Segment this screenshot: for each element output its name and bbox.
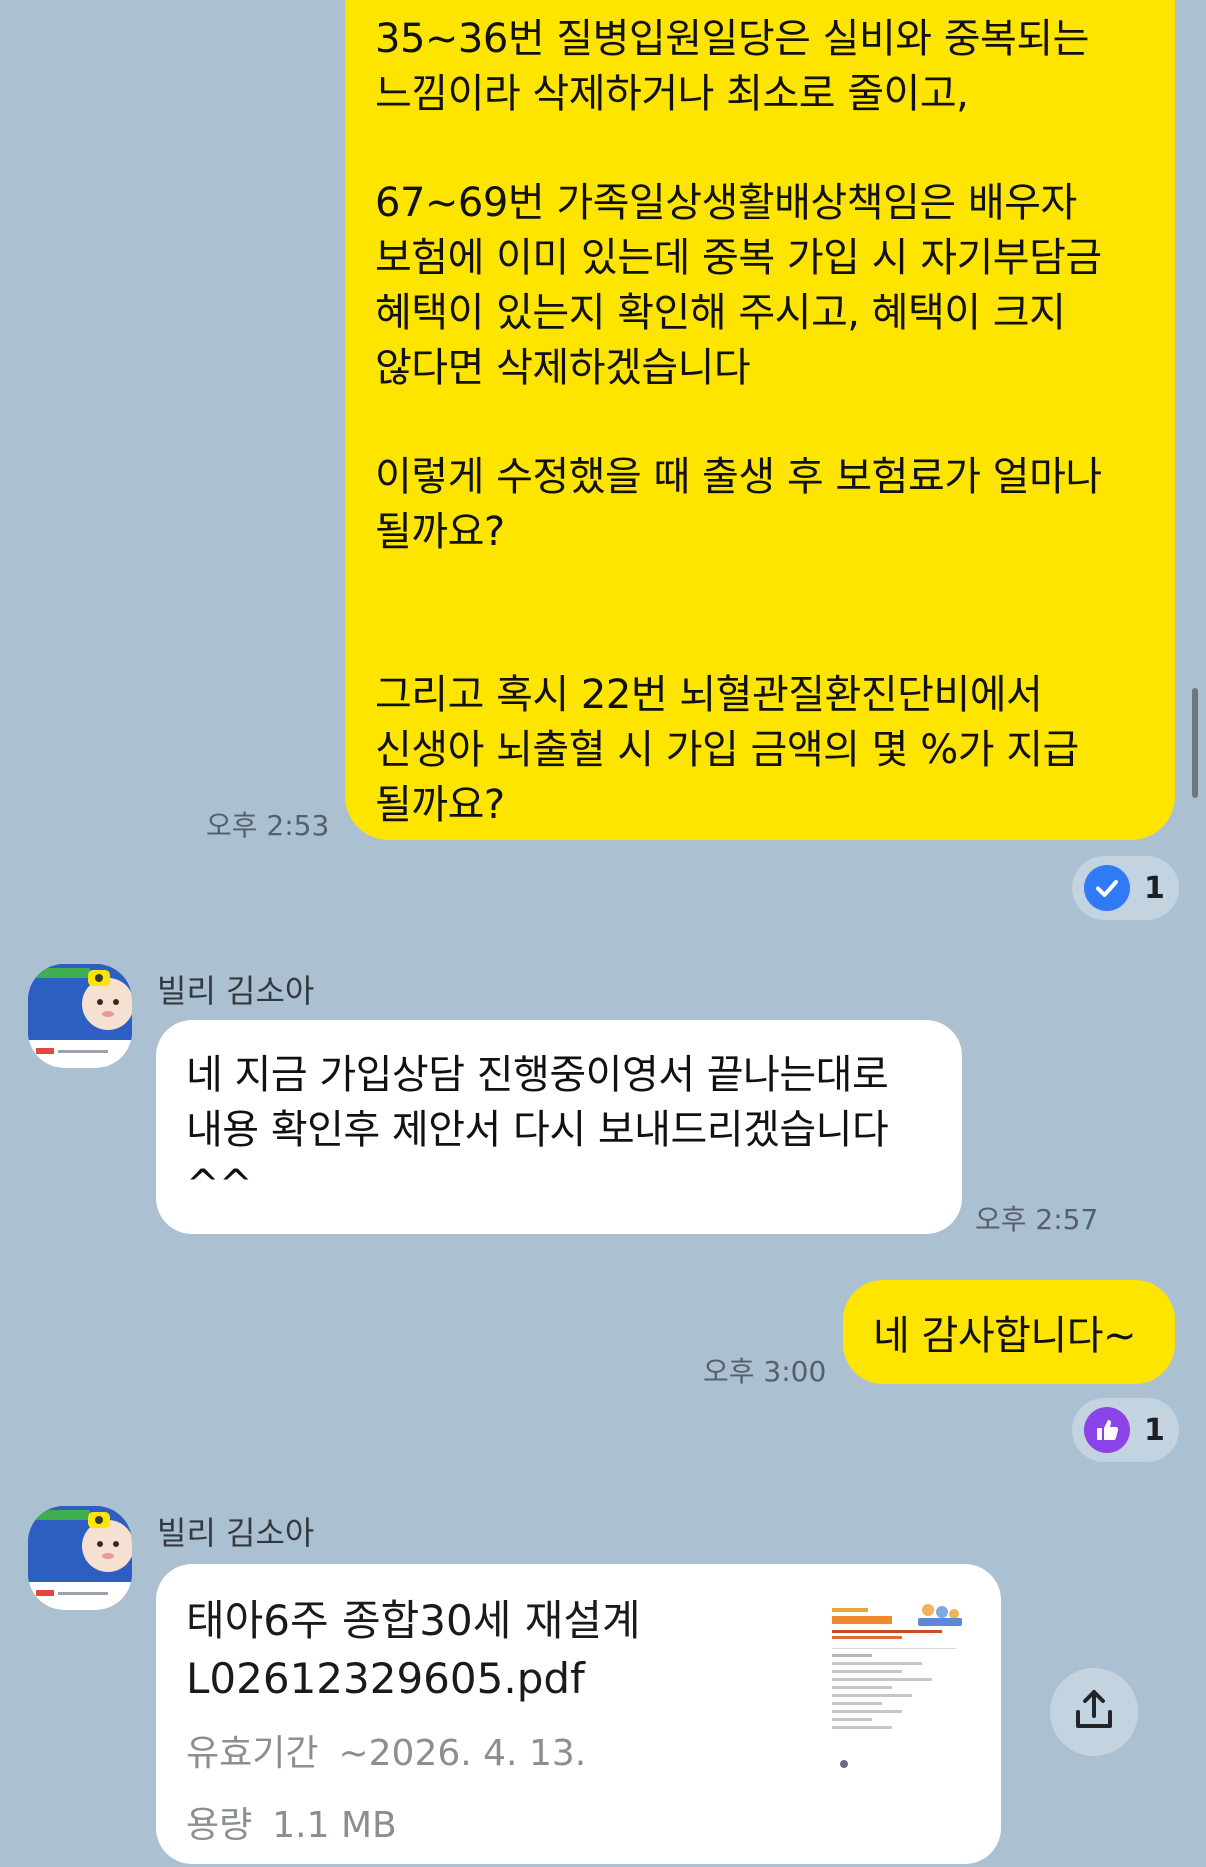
sender-avatar[interactable] (28, 964, 132, 1068)
message-text: 네 감사합니다~ (873, 1313, 1137, 1359)
outgoing-message-bubble[interactable]: 네 감사합니다~ (843, 1280, 1175, 1384)
incoming-message-bubble[interactable]: 네 지금 가입상담 진행중이영서 끝나는대로 내용 확인후 제안서 다시 보내드… (156, 1020, 962, 1234)
message-paragraph: 35~36번 질병입원일당은 실비와 중복되는 느낌이라 삭제하거나 최소로 줄… (375, 16, 1089, 117)
file-size-label: 용량 (186, 1805, 253, 1846)
check-icon (1084, 865, 1130, 911)
file-size-value: 1.1 MB (272, 1805, 397, 1846)
message-paragraph: 이렇게 수정했을 때 출생 후 보험료가 얼마나 될까요? (375, 454, 1102, 555)
share-button[interactable] (1050, 1668, 1138, 1756)
file-validity-label: 유효기간 (186, 1733, 319, 1774)
message-timestamp: 오후 2:53 (206, 809, 330, 842)
file-size: 용량 1.1 MB (186, 1796, 1001, 1848)
sender-name: 빌리 김소아 (157, 972, 315, 1010)
reaction-count: 1 (1144, 1412, 1165, 1448)
message-paragraph: 67~69번 가족일상생활배상책임은 배우자 보험에 이미 있는데 중복 가입 … (375, 180, 1102, 391)
reaction-count: 1 (1144, 870, 1165, 906)
share-icon (1072, 1688, 1116, 1736)
sender-name: 빌리 김소아 (157, 1514, 315, 1552)
message-timestamp: 오후 3:00 (703, 1355, 827, 1388)
sender-avatar[interactable] (28, 1506, 132, 1610)
file-preview-thumbnail[interactable] (824, 1598, 964, 1776)
thumbs-up-icon (1084, 1407, 1130, 1453)
message-text: 네 지금 가입상담 진행중이영서 끝나는대로 내용 확인후 제안서 다시 보내드… (186, 1052, 889, 1208)
message-timestamp: 오후 2:57 (975, 1203, 1099, 1236)
outgoing-message-bubble[interactable]: 35~36번 질병입원일당은 실비와 중복되는 느낌이라 삭제하거나 최소로 줄… (345, 0, 1175, 840)
scrollbar[interactable] (1192, 688, 1198, 798)
reaction-badge[interactable]: 1 (1072, 1398, 1179, 1462)
file-validity-value: ~2026. 4. 13. (338, 1733, 587, 1774)
message-paragraph: 그리고 혹시 22번 뇌혈관질환진단비에서 신생아 뇌출혈 시 가입 금액의 몇… (375, 672, 1079, 828)
reaction-badge[interactable]: 1 (1072, 856, 1179, 920)
chat-room: 35~36번 질병입원일당은 실비와 중복되는 느낌이라 삭제하거나 최소로 줄… (0, 0, 1206, 1867)
